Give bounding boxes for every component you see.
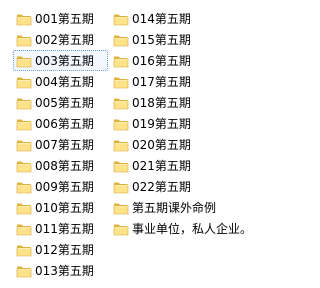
folder-icon	[113, 224, 129, 235]
folder-item-022[interactable]: 022第五期	[110, 176, 250, 197]
folder-item-020[interactable]: 020第五期	[110, 134, 250, 155]
folder-item-016[interactable]: 016第五期	[110, 50, 250, 71]
folder-icon	[16, 140, 32, 151]
folder-item-019[interactable]: 019第五期	[110, 113, 250, 134]
folder-label: 014第五期	[132, 11, 191, 26]
folder-item-003[interactable]: 003第五期	[13, 50, 108, 71]
folder-icon	[113, 14, 129, 25]
file-column-2: 014第五期 015第五期 016第五期 017第五期 018第五期 019第五…	[110, 8, 253, 239]
folder-label: 事业单位，私人企业。	[132, 221, 253, 236]
folder-label: 022第五期	[132, 179, 191, 194]
folder-item-001[interactable]: 001第五期	[13, 8, 108, 29]
folder-label: 021第五期	[132, 158, 191, 173]
folder-item-009[interactable]: 009第五期	[13, 176, 108, 197]
folder-icon	[113, 203, 129, 214]
folder-icon	[113, 119, 129, 130]
folder-icon	[113, 77, 129, 88]
folder-icon	[16, 182, 32, 193]
folder-label: 020第五期	[132, 137, 191, 152]
folder-icon	[113, 140, 129, 151]
folder-label: 010第五期	[35, 200, 94, 215]
folder-icon	[16, 14, 32, 25]
folder-icon	[16, 203, 32, 214]
folder-item-extracurricular[interactable]: 第五期课外命例	[110, 197, 250, 218]
folder-label: 002第五期	[35, 32, 94, 47]
folder-icon	[16, 119, 32, 130]
folder-icon	[113, 182, 129, 193]
folder-label: 019第五期	[132, 116, 191, 131]
folder-label: 第五期课外命例	[132, 200, 217, 215]
folder-label: 007第五期	[35, 137, 94, 152]
folder-item-008[interactable]: 008第五期	[13, 155, 108, 176]
folder-label: 001第五期	[35, 11, 94, 26]
folder-label: 011第五期	[35, 221, 94, 236]
folder-label: 004第五期	[35, 74, 94, 89]
folder-item-018[interactable]: 018第五期	[110, 92, 250, 113]
folder-label: 006第五期	[35, 116, 94, 131]
folder-icon	[16, 56, 32, 67]
file-list-view[interactable]: 001第五期 002第五期 003第五期 004第五期 005第五期 006第五…	[0, 0, 252, 288]
folder-icon	[113, 56, 129, 67]
folder-label: 013第五期	[35, 263, 94, 278]
folder-item-015[interactable]: 015第五期	[110, 29, 250, 50]
folder-item-021[interactable]: 021第五期	[110, 155, 250, 176]
folder-item-011[interactable]: 011第五期	[13, 218, 108, 239]
folder-item-004[interactable]: 004第五期	[13, 71, 108, 92]
folder-icon	[16, 77, 32, 88]
folder-item-017[interactable]: 017第五期	[110, 71, 250, 92]
folder-icon	[16, 266, 32, 277]
folder-icon	[113, 98, 129, 109]
folder-icon	[113, 35, 129, 46]
folder-icon	[16, 98, 32, 109]
folder-icon	[16, 224, 32, 235]
file-column-1: 001第五期 002第五期 003第五期 004第五期 005第五期 006第五…	[13, 8, 108, 281]
folder-label: 005第五期	[35, 95, 94, 110]
folder-label: 017第五期	[132, 74, 191, 89]
folder-item-002[interactable]: 002第五期	[13, 29, 108, 50]
folder-item-013[interactable]: 013第五期	[13, 260, 108, 281]
folder-item-010[interactable]: 010第五期	[13, 197, 108, 218]
folder-item-007[interactable]: 007第五期	[13, 134, 108, 155]
folder-item-012[interactable]: 012第五期	[13, 239, 108, 260]
folder-label: 016第五期	[132, 53, 191, 68]
folder-item-006[interactable]: 006第五期	[13, 113, 108, 134]
folder-item-005[interactable]: 005第五期	[13, 92, 108, 113]
folder-label: 015第五期	[132, 32, 191, 47]
folder-icon	[16, 35, 32, 46]
folder-icon	[16, 245, 32, 256]
folder-item-014[interactable]: 014第五期	[110, 8, 250, 29]
folder-icon	[113, 161, 129, 172]
folder-label: 018第五期	[132, 95, 191, 110]
folder-label: 008第五期	[35, 158, 94, 173]
folder-label: 012第五期	[35, 242, 94, 257]
folder-icon	[16, 161, 32, 172]
folder-item-enterprise[interactable]: 事业单位，私人企业。	[110, 218, 253, 239]
folder-label: 009第五期	[35, 179, 94, 194]
folder-label: 003第五期	[35, 53, 94, 68]
